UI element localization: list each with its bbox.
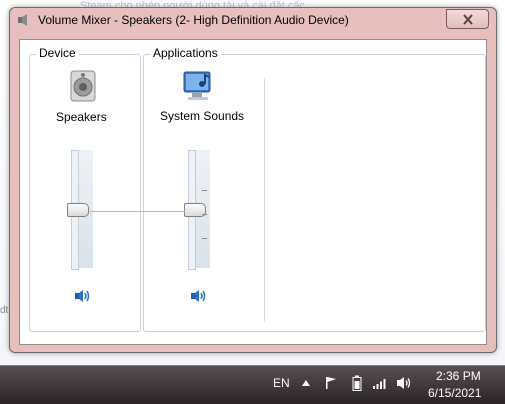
language-indicator[interactable]: EN: [273, 376, 290, 390]
network-signal-icon[interactable]: [372, 377, 388, 389]
battery-icon[interactable]: [352, 375, 362, 391]
title-bar[interactable]: Volume Mixer - Speakers (2- High Definit…: [10, 8, 496, 32]
close-icon: [462, 13, 473, 25]
speaker-icon[interactable]: [66, 69, 100, 103]
background-side-text: dt: [0, 305, 9, 316]
system-sounds-icon[interactable]: [182, 69, 216, 103]
group-divider: [264, 78, 265, 322]
application-name: System Sounds: [160, 109, 245, 123]
device-name: Speakers: [56, 110, 107, 124]
slider-thumb[interactable]: [67, 203, 89, 217]
window-title: Volume Mixer - Speakers (2- High Definit…: [38, 13, 349, 27]
speaker-volume-icon[interactable]: [74, 288, 92, 304]
clock-date[interactable]: 6/15/2021: [428, 386, 481, 400]
slider-tick: [202, 238, 207, 239]
action-center-flag-icon[interactable]: [325, 376, 337, 390]
device-group-label: Device: [36, 46, 79, 60]
applications-group-label: Applications: [150, 46, 221, 60]
applications-group: Applications System Sounds: [143, 46, 486, 332]
mixer-client-area: Device Speakers Applications System Soun…: [19, 39, 487, 345]
volume-link-line: [90, 211, 185, 212]
volume-icon[interactable]: [396, 376, 412, 390]
slider-tick: [202, 190, 207, 191]
close-button[interactable]: [446, 9, 489, 29]
slider-tick: [202, 214, 207, 215]
speaker-volume-icon[interactable]: [190, 288, 208, 304]
device-group: Device Speakers: [29, 46, 141, 332]
device-volume-slider[interactable]: [67, 150, 97, 270]
taskbar: EN 2:36 PM 6/15/2021: [0, 365, 505, 404]
clock-time[interactable]: 2:36 PM: [436, 369, 481, 383]
application-volume-slider[interactable]: [184, 150, 214, 270]
volume-mixer-window: Volume Mixer - Speakers (2- High Definit…: [9, 7, 497, 353]
speaker-icon: [18, 14, 27, 26]
show-hidden-icons-icon[interactable]: [301, 379, 311, 387]
